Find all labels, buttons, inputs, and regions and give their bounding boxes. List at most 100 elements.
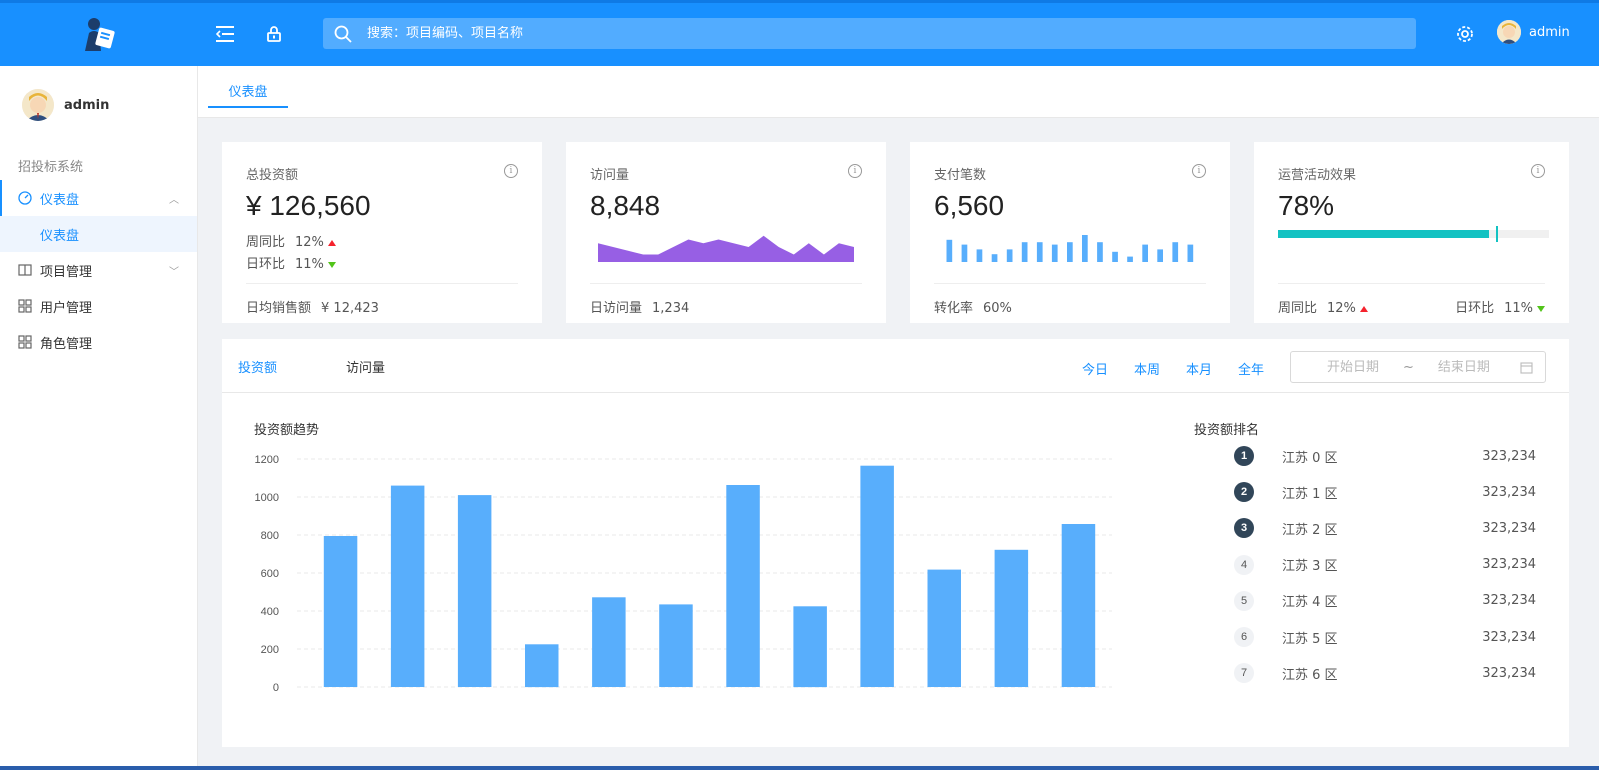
ranking-title: 投资额排名 <box>1194 423 1260 438</box>
tab-investment[interactable]: 投资额 <box>238 357 277 376</box>
tab-visits[interactable]: 访问量 <box>346 357 385 376</box>
rank-name: 江苏 0 区 <box>1282 450 1338 466</box>
payment-bar <box>976 249 983 262</box>
ranking-row: 5 江苏 4 区 323,234 <box>1234 590 1536 612</box>
investment-bar[interactable] <box>525 644 559 688</box>
stat-card-investment: 总投资额 i ¥ 126,560 周同比 12% 日环比 11% 日均销售额 ¥ 12… <box>222 142 542 323</box>
card-value: 78% <box>1278 190 1335 221</box>
y-tick-label: 1200 <box>255 454 279 466</box>
payment-bar <box>1036 242 1043 262</box>
investment-bar[interactable] <box>860 465 894 687</box>
stat-card-operations: 运营活动效果 i 78% 周同比 12% 日环比 11% <box>1254 142 1569 323</box>
caret-down-icon <box>1537 305 1545 312</box>
sidebar-user: admin <box>22 89 109 121</box>
y-tick-label: 0 <box>273 682 279 694</box>
payment-bar <box>1097 242 1103 262</box>
y-tick-label: 800 <box>261 530 279 542</box>
logo[interactable] <box>0 3 198 66</box>
rank-number-badge: 5 <box>1234 590 1254 611</box>
investment-bar[interactable] <box>323 536 358 687</box>
avatar <box>1497 20 1521 44</box>
sidebar-item-label: 仪表盘 <box>40 192 80 208</box>
tab-dashboard[interactable]: 仪表盘 <box>208 80 288 108</box>
settings-gear-icon[interactable] <box>1452 21 1478 47</box>
card-footer: 日访问量 1,234 <box>590 301 690 316</box>
grid-icon <box>18 299 32 313</box>
card-value: 8,848 <box>590 190 661 221</box>
divider <box>246 283 518 284</box>
sidebar-group-title: 招投标系统 <box>18 160 84 175</box>
logo-icon <box>85 17 115 51</box>
header-user-menu[interactable]: admin <box>1497 20 1570 44</box>
sidebar-item-users[interactable]: 用户管理 <box>0 288 197 324</box>
y-tick-label: 200 <box>261 644 279 656</box>
search-icon <box>323 25 363 43</box>
payment-bar <box>1067 242 1073 262</box>
stat-card-payments: 支付笔数 i 6,560 转化率 60% <box>910 142 1230 323</box>
y-tick-label: 400 <box>261 606 279 618</box>
ranking-row: 1 江苏 0 区 323,234 <box>1234 445 1536 467</box>
investment-bar[interactable] <box>390 485 425 687</box>
lock-icon[interactable] <box>261 21 287 47</box>
search-input[interactable] <box>363 26 1416 41</box>
search-bar[interactable] <box>323 18 1416 49</box>
date-separator: ~ <box>1403 359 1414 375</box>
card-value: 6,560 <box>934 190 1005 221</box>
date-range-picker[interactable]: ~ <box>1290 351 1546 383</box>
sidebar-subitem-dashboard[interactable]: 仪表盘 <box>0 216 197 252</box>
ranking-row: 6 江苏 5 区 323,234 <box>1234 626 1536 648</box>
period-today[interactable]: 今日 <box>1082 359 1108 378</box>
rank-value: 323,234 <box>1482 520 1536 536</box>
card-label: 支付笔数 <box>934 168 987 183</box>
payment-bar <box>1021 242 1028 262</box>
sidebar-item-dashboard[interactable]: 仪表盘 ︿ <box>0 180 197 216</box>
period-year[interactable]: 全年 <box>1238 359 1264 378</box>
end-date-input[interactable] <box>1413 359 1514 375</box>
rank-name: 江苏 3 区 <box>1282 559 1338 575</box>
chart-title: 投资额趋势 <box>254 423 320 438</box>
card-footer: 日均销售额 ¥ 12,423 <box>246 301 379 316</box>
rank-value: 323,234 <box>1482 593 1536 609</box>
rank-number-badge: 6 <box>1234 627 1254 647</box>
rank-value: 323,234 <box>1482 484 1536 500</box>
info-icon[interactable]: i <box>1531 164 1545 178</box>
period-week[interactable]: 本周 <box>1134 359 1160 378</box>
investment-bar[interactable] <box>726 485 760 687</box>
rank-number-badge: 4 <box>1234 554 1254 575</box>
rank-number-badge: 3 <box>1234 518 1254 539</box>
info-icon[interactable]: i <box>848 164 862 178</box>
stat-card-visits: 访问量 i 8,848 日访问量 1,234 <box>566 142 886 323</box>
investment-bar[interactable] <box>457 495 492 687</box>
menu-fold-icon[interactable] <box>212 21 238 47</box>
investment-bar[interactable] <box>659 604 693 687</box>
sidebar-item-projects[interactable]: 项目管理 ﹀ <box>0 252 197 288</box>
period-month[interactable]: 本月 <box>1186 359 1212 378</box>
rank-value: 323,234 <box>1482 629 1536 645</box>
visits-area-chart <box>598 235 854 262</box>
investment-bar[interactable] <box>793 606 827 688</box>
divider <box>934 283 1206 284</box>
card-label: 运营活动效果 <box>1278 168 1357 183</box>
sidebar-item-label: 仪表盘 <box>40 228 80 244</box>
os-taskbar <box>0 766 1599 770</box>
info-icon[interactable]: i <box>1192 164 1206 178</box>
caret-down-icon <box>327 261 336 268</box>
header-user-name: admin <box>1529 24 1570 40</box>
avatar <box>22 89 54 121</box>
investment-bar[interactable] <box>927 569 962 687</box>
sidebar-item-roles[interactable]: 角色管理 <box>0 324 197 360</box>
trend-wow: 周同比 12% <box>1278 297 1368 316</box>
rank-number-badge: 2 <box>1234 482 1254 503</box>
rank-name: 江苏 2 区 <box>1282 522 1338 538</box>
payment-bar <box>1142 244 1148 262</box>
investment-bar[interactable] <box>592 597 626 687</box>
info-icon[interactable]: i <box>504 164 518 178</box>
start-date-input[interactable] <box>1303 359 1403 375</box>
investment-bar[interactable] <box>994 549 1029 687</box>
trend-dod: 日环比 11% <box>1455 297 1545 316</box>
rank-name: 江苏 4 区 <box>1282 595 1338 611</box>
card-label: 总投资额 <box>246 168 299 183</box>
payment-bar <box>1127 256 1133 262</box>
investment-bar[interactable] <box>1061 524 1096 687</box>
payment-bar <box>1051 244 1058 262</box>
